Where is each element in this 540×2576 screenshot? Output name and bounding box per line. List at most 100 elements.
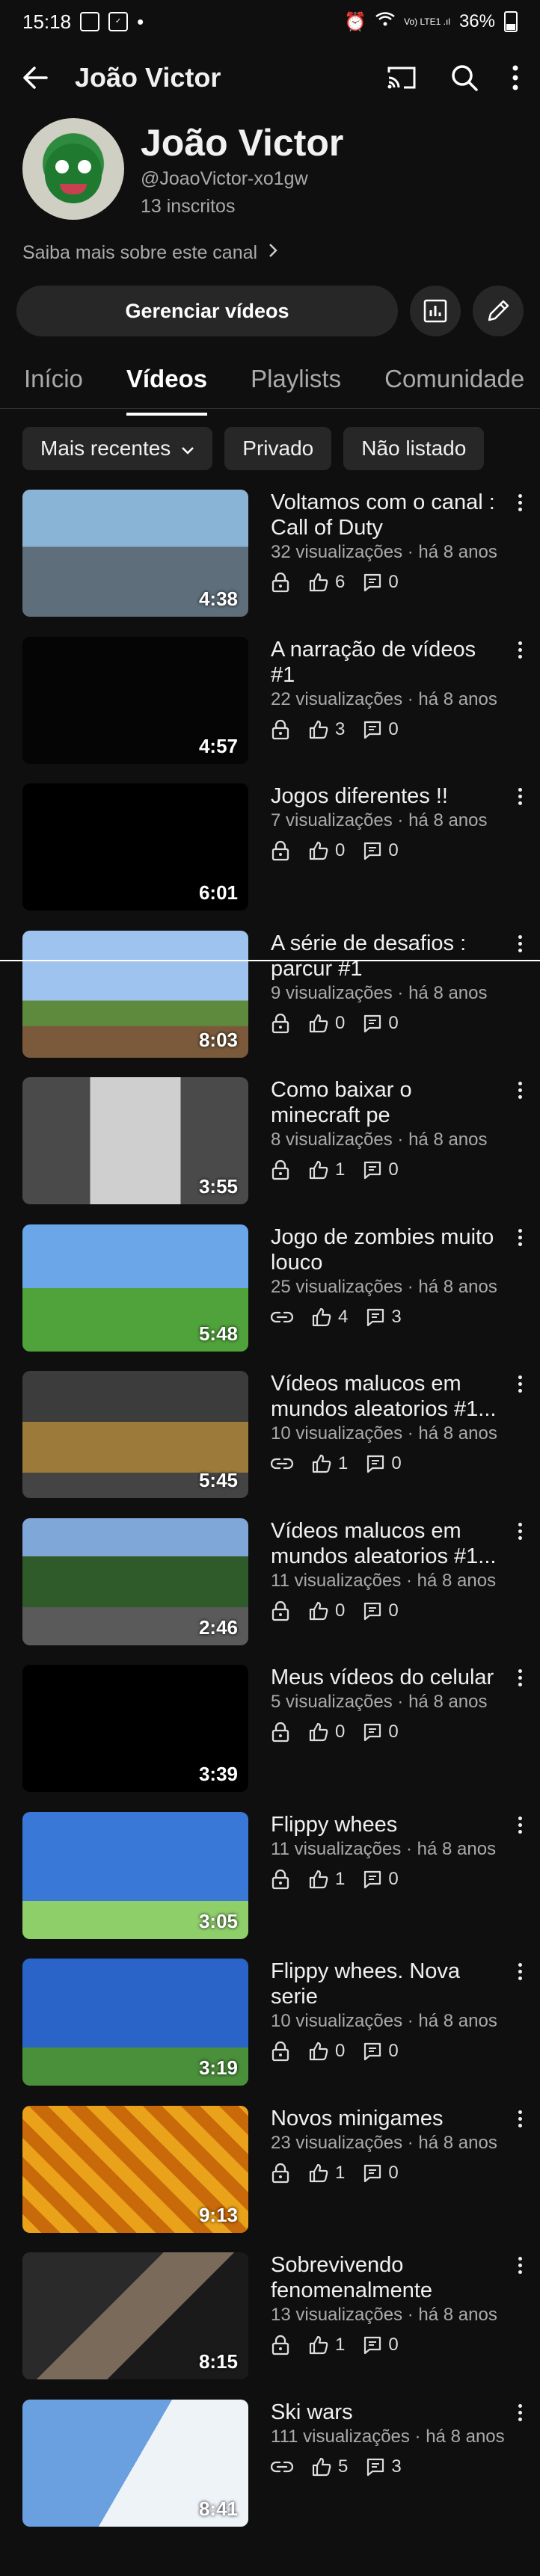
like-count: 0 — [335, 1722, 346, 1742]
video-list-item[interactable]: 5:45 Vídeos malucos em mundos aleatorios … — [0, 1371, 540, 1518]
private-lock-icon — [271, 2163, 290, 2184]
video-title[interactable]: Meus vídeos do celular — [271, 1665, 500, 1690]
about-channel-link[interactable]: Saiba mais sobre este canal — [0, 238, 540, 268]
tab-playlists[interactable]: Playlists — [251, 357, 384, 408]
video-more-options-icon[interactable] — [516, 2401, 524, 2424]
video-thumbnail[interactable]: 3:39 — [22, 1665, 248, 1792]
sort-label: Mais recentes — [40, 437, 171, 460]
video-more-options-icon[interactable] — [516, 1079, 524, 1102]
video-meta: 25 visualizações · há 8 anos — [271, 1276, 497, 1297]
private-lock-icon — [271, 719, 290, 740]
video-title[interactable]: Flippy whees — [271, 1812, 500, 1837]
channel-avatar[interactable] — [22, 118, 124, 220]
video-more-options-icon[interactable] — [516, 1960, 524, 1983]
video-meta: 9 visualizações · há 8 anos — [271, 982, 488, 1003]
video-thumbnail[interactable]: 5:45 — [22, 1371, 248, 1498]
like-count: 0 — [335, 1012, 346, 1033]
comment-count: 0 — [388, 1600, 399, 1621]
video-thumbnail[interactable]: 9:13 — [22, 2105, 248, 2233]
video-title[interactable]: Como baixar o minecraft pe — [271, 1077, 500, 1128]
video-list-item[interactable]: 3:39 Meus vídeos do celular 5 visualizaçõe… — [0, 1665, 540, 1812]
video-more-options-icon[interactable] — [516, 1666, 524, 1689]
video-list-item[interactable]: 9:13 Novos minigames 23 visualizações · há… — [0, 2105, 540, 2253]
back-arrow-icon[interactable] — [21, 64, 49, 92]
search-icon[interactable] — [450, 64, 479, 92]
video-list-item[interactable]: 3:19 Flippy whees. Nova serie 10 visualiza… — [0, 1959, 540, 2106]
private-lock-icon — [271, 840, 290, 861]
video-thumbnail[interactable]: 8:41 — [22, 2399, 248, 2527]
video-title[interactable]: Vídeos malucos em mundos aleatorios #1..… — [271, 1371, 500, 1422]
tab-inicio[interactable]: Início — [24, 357, 126, 408]
video-list-item[interactable]: 5:48 Jogo de zombies muito louco 25 visual… — [0, 1224, 540, 1372]
video-title[interactable]: Flippy whees. Nova serie — [271, 1959, 500, 2009]
comment-icon — [363, 1601, 382, 1621]
chevron-right-icon — [268, 242, 278, 264]
video-title[interactable]: Ski wars — [271, 2400, 500, 2425]
video-thumbnail[interactable]: 8:15 — [22, 2252, 248, 2379]
video-more-options-icon[interactable] — [516, 1814, 524, 1837]
manage-videos-button[interactable]: Gerenciar vídeos — [16, 286, 398, 336]
comment-icon — [363, 1160, 382, 1180]
video-duration: 4:38 — [198, 588, 238, 610]
filter-unlisted-chip[interactable]: Não listado — [343, 427, 485, 470]
video-title[interactable]: Jogo de zombies muito louco — [271, 1224, 500, 1275]
video-title[interactable]: A narração de vídeos #1 — [271, 637, 500, 688]
video-list-item[interactable]: 2:46 Vídeos malucos em mundos aleatorios … — [0, 1517, 540, 1666]
private-lock-icon — [271, 572, 290, 593]
video-title[interactable]: Jogos diferentes !! — [271, 783, 500, 809]
video-list-item[interactable]: 8:15 Sobrevivendo fenomenalmente 13 visual… — [0, 2252, 540, 2400]
video-more-options-icon[interactable] — [516, 1520, 524, 1543]
video-duration: 8:15 — [198, 2350, 238, 2373]
video-thumbnail[interactable]: 8:03 — [22, 930, 248, 1058]
video-list-item[interactable]: 4:57 A narração de vídeos #1 22 visualizaç… — [0, 636, 540, 784]
video-thumbnail[interactable]: 6:01 — [22, 783, 248, 910]
comment-icon — [363, 1870, 382, 1889]
video-more-options-icon[interactable] — [516, 785, 524, 808]
video-more-options-icon[interactable] — [516, 1372, 524, 1396]
status-bar: 15:18 ✓ • ⏰ Vo) LTE1 .ıl 36% — [0, 0, 540, 43]
video-title[interactable]: A série de desafios : parcur #1 — [271, 931, 500, 982]
video-more-options-icon[interactable] — [516, 932, 524, 955]
tab-videos[interactable]: Vídeos — [126, 357, 251, 416]
cast-icon[interactable] — [386, 65, 417, 90]
video-list-item[interactable]: 3:55 Como baixar o minecraft pe 8 visualiz… — [0, 1077, 540, 1224]
video-more-options-icon[interactable] — [516, 638, 524, 662]
video-thumbnail[interactable]: 5:48 — [22, 1224, 248, 1352]
video-title[interactable]: Novos minigames — [271, 2106, 500, 2131]
video-title[interactable]: Vídeos malucos em mundos aleatorios #1..… — [271, 1518, 500, 1569]
like-count: 0 — [335, 840, 346, 860]
uber-notification-icon — [80, 12, 100, 31]
analytics-button[interactable] — [410, 286, 461, 336]
tab-comunidade[interactable]: Comunidade — [384, 357, 540, 408]
video-thumbnail[interactable]: 3:55 — [22, 1077, 248, 1204]
comment-icon — [363, 2163, 382, 2183]
like-icon — [308, 840, 329, 861]
video-thumbnail[interactable]: 4:57 — [22, 636, 248, 764]
private-lock-icon — [271, 1869, 290, 1890]
video-list-item[interactable]: 4:38 Voltamos com o canal : Call of Duty 3… — [0, 490, 540, 637]
edit-channel-button[interactable] — [473, 286, 524, 336]
video-title[interactable]: Sobrevivendo fenomenalmente — [271, 2252, 500, 2303]
video-more-options-icon[interactable] — [516, 2107, 524, 2130]
sort-dropdown[interactable]: Mais recentes — [22, 427, 213, 470]
video-list-item[interactable]: 8:03 A série de desafios : parcur #1 9 vis… — [0, 930, 540, 1078]
video-more-options-icon[interactable] — [516, 2254, 524, 2277]
video-title[interactable]: Voltamos com o canal : Call of Duty — [271, 490, 500, 540]
video-thumbnail[interactable]: 3:19 — [22, 1959, 248, 2086]
video-more-options-icon[interactable] — [516, 491, 524, 514]
private-lock-icon — [271, 1600, 290, 1621]
video-thumbnail[interactable]: 4:38 — [22, 490, 248, 617]
video-list-item[interactable]: 8:41 Ski wars 111 visualizações · há 8 ano… — [0, 2399, 540, 2547]
comment-count: 3 — [391, 1306, 402, 1327]
video-thumbnail[interactable]: 3:05 — [22, 1811, 248, 1939]
video-thumbnail[interactable]: 2:46 — [22, 1517, 248, 1645]
video-more-options-icon[interactable] — [516, 1226, 524, 1249]
video-list-item[interactable]: 6:01 Jogos diferentes !! 7 visualizações ·… — [0, 783, 540, 931]
chevron-down-icon — [181, 437, 194, 460]
status-time: 15:18 — [22, 10, 72, 33]
more-options-icon[interactable] — [512, 65, 519, 90]
filter-private-chip[interactable]: Privado — [224, 427, 332, 470]
like-count: 1 — [338, 1453, 349, 1473]
video-list-item[interactable]: 3:05 Flippy whees 11 visualizações · há 8 … — [0, 1811, 540, 1959]
like-count: 1 — [335, 1159, 346, 1180]
